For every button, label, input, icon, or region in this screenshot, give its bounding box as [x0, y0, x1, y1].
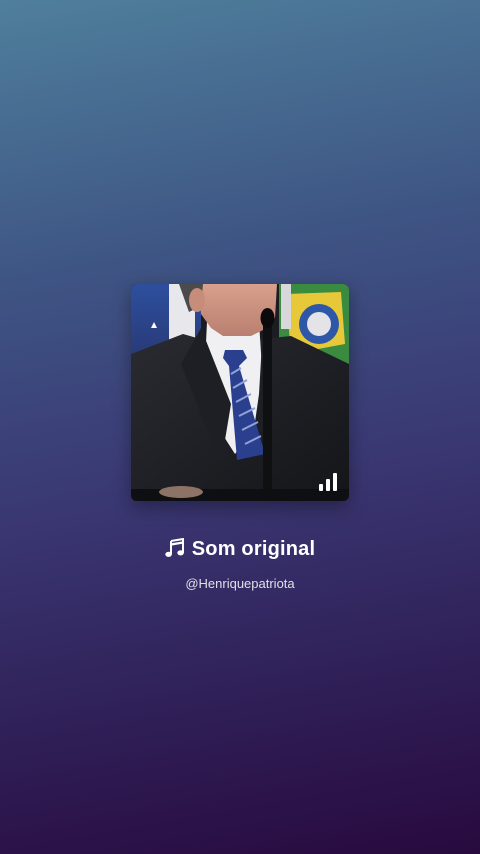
- sound-author[interactable]: @Henriquepatriota: [0, 576, 480, 591]
- music-note-icon: [165, 537, 185, 564]
- audio-bars-icon: [319, 473, 339, 491]
- sound-cover-thumbnail[interactable]: [131, 284, 349, 501]
- cover-image: [131, 284, 349, 501]
- sound-title: Som original: [191, 538, 316, 560]
- sound-title-row: Som original: [0, 537, 480, 564]
